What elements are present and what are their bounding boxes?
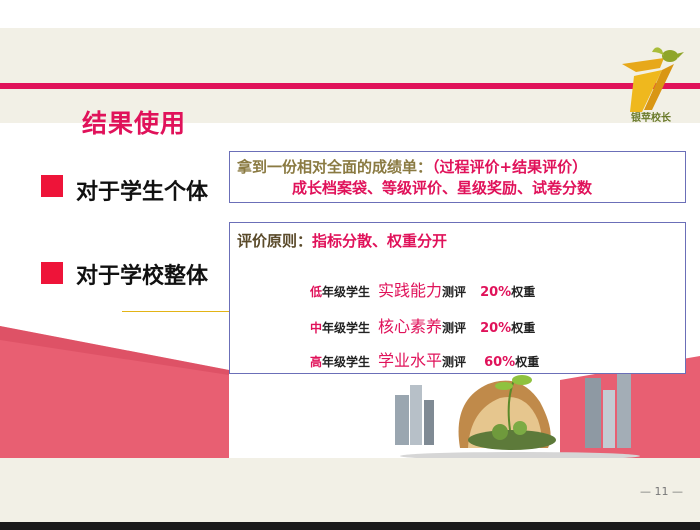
weight-percent: 20% xyxy=(480,285,512,300)
divider-line xyxy=(122,311,229,312)
result-summary-accent: （过程评价+结果评价） xyxy=(432,158,588,176)
student-result-box: 拿到一份相对全面的成绩单：（过程评价+结果评价） 成长档案袋、等级评价、星级奖励… xyxy=(229,151,686,203)
school-evaluation-box: 评价原则：指标分散、权重分开 低年级学生 实践能力测评 20%权重 中年级学生 核心素… xyxy=(229,222,686,374)
grade-label: 低年级学生 xyxy=(310,285,370,299)
grade-suffix: 年级学生 xyxy=(322,285,371,299)
grade-level: 中 xyxy=(310,321,323,335)
test-label: 测评 xyxy=(442,355,467,369)
page-number: — 11 — xyxy=(640,485,683,498)
weight-row-mid: 中年级学生 核心素养测评 20%权重 xyxy=(310,313,535,337)
test-label: 测评 xyxy=(442,321,467,335)
result-components-line: 成长档案袋、等级评价、星级奖励、试卷分数 xyxy=(292,179,593,197)
grade-label: 高年级学生 xyxy=(310,355,370,369)
principle-label: 评价原则： xyxy=(237,232,313,250)
skill-name: 核心素养 xyxy=(378,317,443,336)
skill-name: 实践能力 xyxy=(378,281,443,300)
grade-suffix: 年级学生 xyxy=(322,355,371,369)
result-summary-line: 拿到一份相对全面的成绩单：（过程评价+结果评价） xyxy=(237,156,587,177)
principle-value: 指标分散、权重分开 xyxy=(312,232,448,250)
weight-percent: 60% xyxy=(484,355,516,370)
test-label: 测评 xyxy=(442,285,467,299)
weight-label: 权重 xyxy=(515,355,540,369)
evaluation-principle-line: 评价原则：指标分散、权重分开 xyxy=(237,230,447,251)
weight-row-high: 高年级学生 学业水平测评 60%权重 xyxy=(310,347,539,371)
skill-name: 学业水平 xyxy=(378,351,443,370)
grade-label: 中年级学生 xyxy=(310,321,370,335)
grade-level: 高 xyxy=(310,355,323,369)
grade-level: 低 xyxy=(310,285,323,299)
grade-suffix: 年级学生 xyxy=(322,321,371,335)
footer-dark-bar xyxy=(0,522,700,530)
footer-band xyxy=(0,458,700,523)
result-summary-prefix: 拿到一份相对全面的成绩单： xyxy=(237,158,433,176)
weight-row-low: 低年级学生 实践能力测评 20%权重 xyxy=(310,277,535,301)
weight-percent: 20% xyxy=(480,321,512,336)
weight-label: 权重 xyxy=(511,285,536,299)
weight-label: 权重 xyxy=(511,321,536,335)
